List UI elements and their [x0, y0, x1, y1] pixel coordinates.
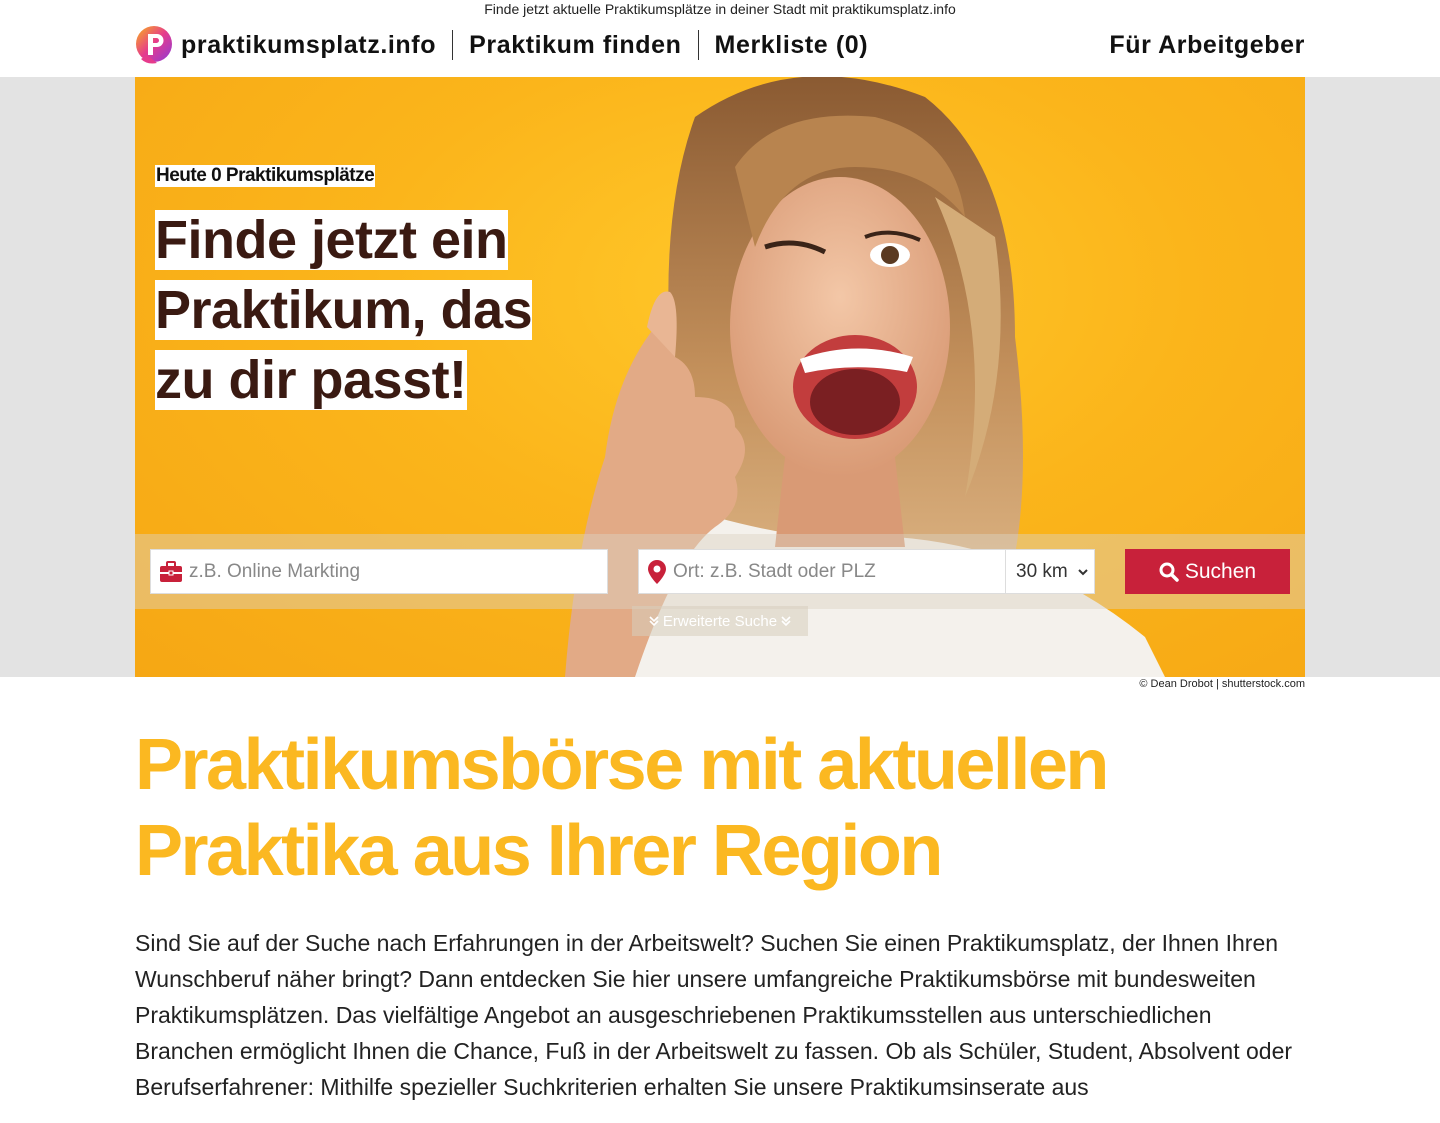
- nav-divider: [452, 30, 454, 60]
- location-input[interactable]: [673, 560, 1005, 583]
- advanced-search-toggle[interactable]: Erweiterte Suche: [632, 606, 808, 636]
- nav-find-internship[interactable]: Praktikum finden: [469, 31, 681, 60]
- chevron-down-icon: [1078, 568, 1088, 575]
- location-field[interactable]: [638, 549, 1006, 594]
- today-count: Heute 0 Praktikumsplätze: [155, 165, 376, 187]
- headline-line: zu dir passt!: [155, 350, 467, 410]
- search-button-label: Suchen: [1184, 559, 1257, 583]
- map-pin-icon: [648, 559, 666, 584]
- page-title: Praktikumsbörse mit aktuellen Praktika a…: [135, 725, 1109, 891]
- top-tagline: Finde jetzt aktuelle Praktikumsplätze in…: [484, 1, 956, 17]
- briefcase-icon: [160, 560, 182, 582]
- nav-for-employers[interactable]: Für Arbeitgeber: [1109, 31, 1305, 60]
- nav-watchlist[interactable]: Merkliste (0): [715, 31, 869, 60]
- logo-text: praktikumsplatz.info: [181, 30, 437, 59]
- hero-headline: Finde jetzt ein Praktikum, das zu dir pass…: [155, 205, 595, 415]
- advanced-search-label: Erweiterte Suche: [662, 612, 778, 630]
- logo-icon: [135, 25, 173, 65]
- hero-banner: Heute 0 Praktikumsplätze Finde jetzt ein…: [135, 77, 1305, 677]
- intro-text: Sind Sie auf der Suche nach Erfahrungen …: [135, 930, 1293, 1100]
- radius-value: 30 km: [1016, 560, 1068, 582]
- search-icon: [1159, 562, 1179, 582]
- photo-credit: © Dean Drobot | shutterstock.com: [1139, 678, 1305, 690]
- keyword-input[interactable]: [189, 560, 607, 583]
- keyword-field[interactable]: [150, 549, 608, 594]
- search-bar: 30 km Suchen: [135, 534, 1305, 609]
- search-button[interactable]: Suchen: [1125, 549, 1290, 594]
- main-navigation: praktikumsplatz.info Praktikum finden Me…: [135, 22, 1305, 68]
- headline-line: Praktikum, das: [155, 280, 533, 340]
- headline-line: Finde jetzt ein: [155, 210, 508, 270]
- double-chevron-down-icon: [649, 616, 659, 627]
- nav-divider: [697, 30, 699, 60]
- logo[interactable]: praktikumsplatz.info: [135, 25, 436, 65]
- radius-select[interactable]: 30 km: [1005, 549, 1095, 594]
- double-chevron-down-icon: [781, 616, 791, 627]
